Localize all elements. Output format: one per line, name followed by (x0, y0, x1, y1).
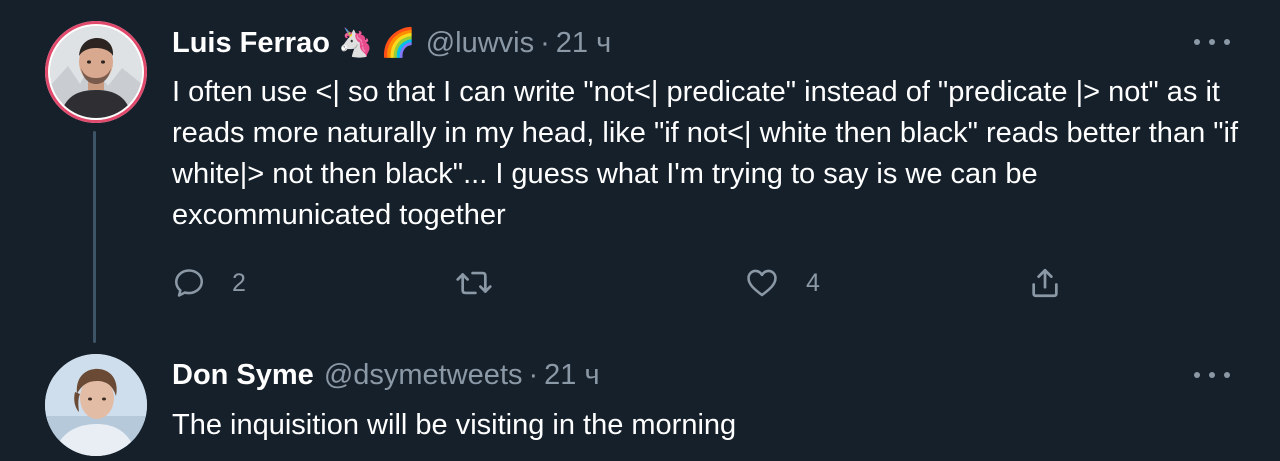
more-dot (1224, 372, 1230, 378)
separator-dot: · (528, 359, 539, 391)
more-dot (1224, 39, 1230, 45)
more-dot (1209, 39, 1215, 45)
tweet-timestamp[interactable]: 21 ч (544, 359, 599, 392)
tweet-actions: 2 4 (172, 263, 1072, 303)
more-dot (1194, 39, 1200, 45)
author-handle[interactable]: @dsymetweets (324, 359, 523, 392)
author-name[interactable]: Luis Ferrao (172, 27, 330, 60)
avatar-portrait (45, 354, 147, 456)
avatar[interactable] (45, 354, 147, 456)
author-name[interactable]: Don Syme (172, 359, 314, 392)
more-options-icon[interactable] (1194, 32, 1230, 52)
tweet-text: The inquisition will be visiting in the … (172, 409, 737, 441)
tweet[interactable]: Don Syme @dsymetweets · 21 ч The inquisi… (0, 335, 1280, 461)
reply-count: 2 (232, 268, 246, 297)
like-button[interactable]: 4 (744, 263, 820, 303)
author-handle[interactable]: @luwvis (426, 27, 534, 60)
rainbow-emoji: 🌈 (380, 27, 416, 58)
share-icon (1032, 268, 1058, 298)
tweet-header: Luis Ferrao 🦄 🌈 @luwvis · 21 ч (172, 26, 611, 60)
tweet-text: I often use <| so that I can write "not<… (172, 76, 1239, 231)
more-options-icon[interactable] (1194, 365, 1230, 385)
tweet-timestamp[interactable]: 21 ч (556, 27, 611, 60)
avatar-portrait (50, 26, 142, 118)
tweet[interactable]: Luis Ferrao 🦄 🌈 @luwvis · 21 ч I often u… (0, 0, 1280, 343)
more-dot (1194, 372, 1200, 378)
avatar-photo (50, 26, 142, 118)
retweet-button[interactable] (455, 263, 493, 303)
separator-dot: · (540, 27, 550, 59)
unicorn-emoji: 🦄 (337, 27, 373, 58)
tweet-header: Don Syme @dsymetweets · 21 ч (172, 359, 600, 392)
share-button[interactable] (1028, 263, 1062, 303)
retweet-icon (456, 271, 492, 295)
reply-icon (174, 269, 204, 297)
like-count: 4 (806, 268, 820, 297)
heart-icon (747, 269, 777, 297)
reply-button[interactable]: 2 (172, 263, 246, 303)
more-dot (1209, 372, 1215, 378)
thread-connector-line (93, 131, 96, 343)
avatar[interactable] (45, 21, 147, 123)
